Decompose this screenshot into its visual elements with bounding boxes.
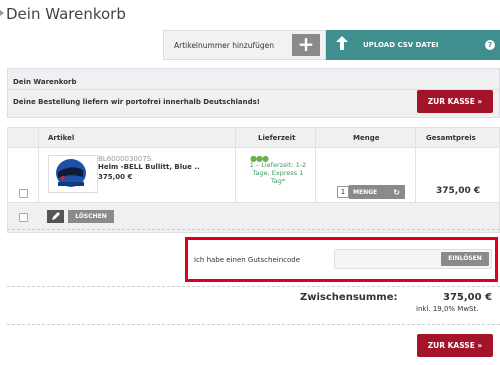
arrow-up-icon: [331, 36, 353, 54]
product-unit-price: 375,00 €: [98, 173, 133, 181]
divider: [315, 128, 316, 147]
column-header-delivery: Lieferzeit: [258, 134, 296, 142]
delivery-time: 1 – Lieferzeit: 1-2 Tage, Express 1 Tag*: [242, 161, 314, 185]
plus-icon[interactable]: +: [292, 34, 320, 56]
divider: [235, 128, 236, 147]
delete-button[interactable]: LÖSCHEN: [68, 210, 114, 223]
divider: [315, 148, 316, 202]
page-title: Dein Warenkorb: [0, 5, 126, 23]
quantity-input[interactable]: 1: [337, 186, 349, 198]
tax-note: inkl. 19,0% MwSt.: [416, 305, 479, 313]
divider: [38, 128, 39, 147]
product-name[interactable]: Helm -BELL Bullitt, Blue ..: [98, 163, 200, 171]
upload-csv-label: UPLOAD CSV DATEI: [363, 41, 439, 49]
refresh-icon: ↻: [393, 187, 400, 197]
upload-csv-button[interactable]: UPLOAD CSV DATEI ?: [326, 30, 500, 60]
divider: [415, 128, 416, 147]
product-image[interactable]: [48, 155, 98, 193]
row-total-price: 375,00 €: [436, 186, 481, 196]
redeem-button[interactable]: EINLÖSEN: [441, 252, 489, 266]
cart-table: Artikel Lieferzeit Menge Gesamtpreis BL6…: [7, 127, 500, 233]
column-header-quantity: Menge: [353, 134, 380, 142]
title-arrow-icon: [0, 9, 4, 16]
shipping-message: Deine Bestellung liefern wir portofrei i…: [13, 98, 260, 106]
divider: [235, 148, 236, 202]
row-checkbox[interactable]: [19, 189, 28, 198]
column-header-article: Artikel: [48, 134, 75, 142]
checkout-button-top[interactable]: ZUR KASSE »: [417, 90, 493, 113]
cart-info-heading: Dein Warenkorb: [13, 78, 77, 86]
delivery-line: Tag*: [270, 177, 286, 185]
pencil-icon: [51, 212, 60, 220]
table-header: Artikel Lieferzeit Menge Gesamtpreis: [7, 127, 500, 148]
delivery-line: 1 – Lieferzeit: 1-2: [249, 161, 307, 169]
edit-button[interactable]: [47, 210, 64, 223]
divider: [7, 286, 500, 287]
voucher-section: Ich habe einen Gutscheincode EINLÖSEN: [185, 237, 498, 282]
divider: [7, 324, 500, 325]
help-icon[interactable]: ?: [485, 40, 495, 50]
select-all-checkbox[interactable]: [19, 213, 28, 222]
divider: [38, 148, 39, 202]
column-header-total: Gesamtpreis: [426, 134, 476, 142]
subtotal-value: 375,00 €: [443, 292, 493, 303]
product-sku: BL600003007S: [98, 155, 152, 163]
add-article-number-button[interactable]: Artikelnummer hinzufügen +: [163, 30, 326, 60]
delivery-line: Tage, Express 1: [252, 169, 304, 177]
update-quantity-label: MENGE: [353, 188, 378, 196]
subtotal-label: Zwischensumme:: [300, 292, 398, 303]
helmet-icon: [56, 159, 86, 187]
divider: [7, 229, 500, 230]
table-row: BL600003007S Helm -BELL Bullitt, Blue ..…: [7, 148, 500, 203]
checkout-button-bottom[interactable]: ZUR KASSE »: [417, 334, 493, 357]
add-article-number-label: Artikelnummer hinzufügen: [174, 40, 275, 50]
page-title-text: Dein Warenkorb: [6, 5, 126, 23]
voucher-label: Ich habe einen Gutscheincode: [194, 256, 301, 264]
divider: [415, 148, 416, 202]
update-quantity-button[interactable]: MENGE ↻: [349, 185, 405, 199]
